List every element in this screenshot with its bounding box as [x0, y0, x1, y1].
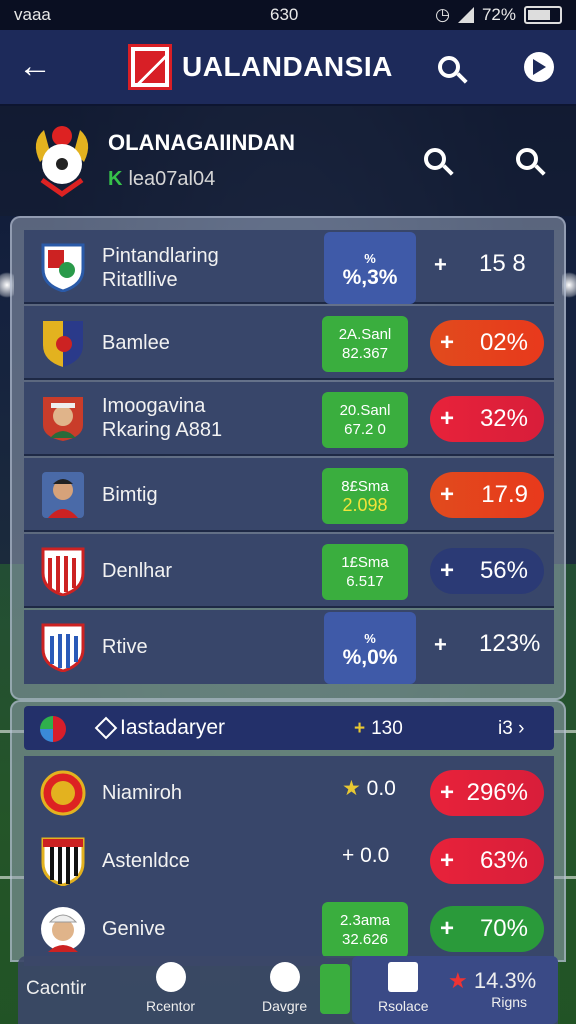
change-pill[interactable]: 63% — [430, 838, 544, 884]
center-icon — [155, 962, 186, 992]
change-pill[interactable]: 32% — [430, 396, 544, 442]
standings-panel: Pintandlaring Ritatllive % %,3% + 15 8 Bam… — [10, 216, 566, 700]
change-pill[interactable]: 17.9 — [430, 472, 544, 518]
nav-item-release[interactable]: Rsolace — [378, 962, 429, 1014]
battery-percent: 72% — [481, 5, 516, 24]
club-badge-icon — [40, 770, 86, 816]
stat-box: 2.3ama 32.626 — [322, 902, 408, 958]
section-title: Iastadaryer — [120, 716, 226, 739]
row-label: Genive — [102, 918, 166, 940]
section-link[interactable]: i3 › — [498, 718, 524, 740]
status-right: ◷ 72% — [435, 5, 562, 25]
brand: UALANDANSIA — [128, 44, 393, 90]
league-subtitle: Klea07al04 — [108, 168, 215, 191]
app-bar: ← UALANDANSIA — [0, 30, 576, 106]
nav-item-rigns[interactable]: ★ 14.3% Rigns — [448, 968, 536, 1010]
player-avatar-icon — [43, 397, 83, 441]
change-pill[interactable]: 56% — [430, 548, 544, 594]
search-icon[interactable] — [432, 50, 466, 84]
table-row[interactable]: Astenldce + 0.0 63% — [24, 824, 554, 898]
back-arrow-icon[interactable]: ← — [18, 49, 52, 83]
nav-chip — [320, 964, 350, 1014]
row-value: 15 8 — [479, 250, 526, 277]
row-number: + 0.0 — [342, 844, 390, 867]
row-label: Rtive — [102, 636, 148, 658]
shield-icon — [41, 837, 85, 886]
signal-icon — [457, 7, 474, 23]
section-header[interactable]: Iastadaryer +130 i3 › — [24, 706, 554, 750]
bottom-nav: Cacntir Rcentor Davgre Rsolace ★ 14.3% R… — [18, 956, 558, 1024]
diamond-icon — [94, 716, 118, 740]
row-number: ★ 0.0 — [342, 777, 396, 800]
row-label: Pintandlaring Ritatllive — [102, 245, 219, 291]
alarm-icon: ◷ — [435, 5, 450, 24]
row-label: Imoogavina Rkaring A881 — [102, 395, 223, 441]
shield-icon — [43, 321, 83, 367]
player-avatar-icon — [42, 472, 84, 518]
row-label: Denlhar — [102, 560, 173, 582]
stat-box: % %,3% — [324, 232, 416, 304]
status-time: 630 — [270, 5, 299, 24]
stat-box: 8£Sma 2.098 — [322, 468, 408, 524]
stat-box: 1£Sma 6.517 — [322, 544, 408, 600]
league-crest-icon — [35, 126, 89, 198]
stat-box: % %,0% — [324, 612, 416, 684]
table-row[interactable]: Pintandlaring Ritatllive % %,3% + 15 8 — [24, 230, 554, 304]
search-icon[interactable] — [510, 142, 544, 176]
row-label: Niamiroh — [102, 782, 183, 804]
secondary-panel: Iastadaryer +130 i3 › Niamiroh ★ 0.0 296… — [10, 700, 566, 966]
player-avatar-icon — [41, 907, 85, 952]
shield-icon — [41, 243, 85, 292]
plus-icon: + — [434, 252, 447, 277]
league-sub-icon: K — [108, 168, 123, 190]
row-value: 123% — [479, 630, 541, 657]
table-row[interactable]: Denlhar 1£Sma6.517 56% — [24, 534, 554, 608]
change-pill[interactable]: 02% — [430, 320, 544, 366]
league-sub-text: lea07al04 — [128, 168, 216, 190]
stat-box: 2A.Sanl 82.367 — [322, 316, 408, 372]
plus-icon: + — [434, 632, 447, 657]
status-bar: vaaa 630 ◷ 72% — [0, 0, 576, 30]
play-circle-icon[interactable] — [522, 50, 556, 84]
table-row[interactable]: ImoogavinaRkaring A881 20.Sanl67.2 0 32% — [24, 382, 554, 456]
change-pill[interactable]: 70% — [430, 906, 544, 952]
row-label: Bamlee — [102, 332, 170, 354]
nav-item-home[interactable]: Cacntir — [26, 978, 86, 1000]
brand-logo-icon — [128, 44, 172, 90]
change-pill[interactable]: 296% — [430, 770, 544, 816]
shield-icon — [41, 623, 85, 672]
section-count: +130 — [354, 718, 403, 739]
shield-icon — [41, 547, 85, 596]
league-header: OLANAGAIINDAN Klea07al04 — [0, 106, 576, 216]
search-icon[interactable] — [418, 142, 452, 176]
row-label: Bimtig — [102, 484, 158, 506]
table-row[interactable]: Bimtig 8£Sma2.098 17.9 — [24, 458, 554, 532]
flag-icon — [40, 716, 66, 742]
row-label: Astenldce — [102, 850, 190, 872]
discover-icon — [269, 962, 300, 992]
league-name: OLANAGAIINDAN — [108, 130, 295, 155]
app-title: UALANDANSIA — [182, 51, 393, 82]
table-row[interactable]: Niamiroh ★ 0.0 296% — [24, 756, 554, 830]
stat-box: 20.Sanl 67.2 0 — [322, 392, 408, 448]
table-row[interactable]: Bamlee 2A.Sanl82.367 02% — [24, 306, 554, 380]
table-row[interactable]: Rtive % %,0% + 123% — [24, 610, 554, 684]
status-carrier: vaaa — [14, 5, 51, 24]
nav-item-center[interactable]: Rcentor — [146, 962, 195, 1014]
nav-item-discover[interactable]: Davgre — [262, 962, 307, 1014]
edit-icon — [388, 962, 419, 992]
table-row[interactable]: Genive 2.3ama32.626 70% — [24, 892, 554, 966]
battery-icon — [524, 6, 562, 24]
